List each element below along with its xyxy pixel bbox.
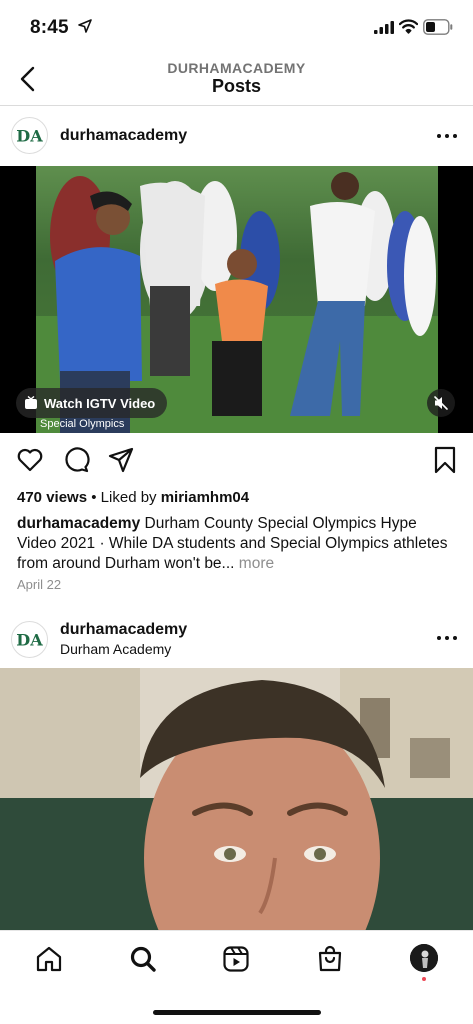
wifi-icon (399, 19, 418, 34)
reels-icon[interactable] (222, 945, 250, 973)
avatar[interactable]: DA (11, 117, 48, 154)
da-logo-icon: DA (16, 127, 43, 146)
more-options-icon[interactable] (437, 636, 457, 642)
post-caption: durhamacademy Durham County Special Olym… (17, 514, 457, 574)
post-date: April 22 (17, 577, 62, 592)
comment-icon[interactable] (62, 446, 90, 474)
more-link[interactable]: more (239, 555, 274, 572)
post-actions (0, 446, 473, 476)
caption-username[interactable]: durhamacademy (17, 515, 140, 532)
notification-dot (422, 977, 426, 981)
battery-icon (423, 19, 453, 35)
location-arrow-icon (78, 19, 92, 33)
watch-igtv-label: Watch IGTV Video (44, 395, 156, 411)
igtv-icon (25, 396, 37, 409)
post-video[interactable]: Watch IGTV Video Special Olympics (0, 166, 473, 433)
post-location[interactable]: Durham Academy (60, 641, 171, 657)
svg-text:DA: DA (16, 127, 43, 146)
da-logo-icon: DA (16, 631, 43, 650)
post-header: DA durhamacademy (0, 108, 473, 164)
shopping-bag-icon[interactable] (316, 945, 344, 973)
portrait-photo (0, 668, 473, 930)
status-time: 8:45 (30, 17, 69, 38)
home-indicator (153, 1010, 321, 1015)
post-username[interactable]: durhamacademy (60, 621, 187, 639)
more-options-icon[interactable] (437, 134, 457, 140)
mute-button[interactable] (427, 389, 455, 417)
bottom-tab-bar (0, 930, 473, 1024)
cellular-signal-icon (374, 21, 394, 34)
status-bar: 8:45 (0, 0, 473, 52)
liked-by-prefix: Liked by (100, 489, 157, 506)
account-label: DURHAMACADEMY (167, 60, 306, 76)
post-photo[interactable] (0, 668, 473, 930)
navigation-header: DURHAMACADEMY Posts (0, 52, 473, 106)
heart-icon[interactable] (16, 446, 44, 474)
liked-by-user[interactable]: miriamhm04 (161, 489, 249, 506)
views-and-likes: 470 views • Liked by miriamhm04 (17, 489, 249, 506)
watch-igtv-button[interactable]: Watch IGTV Video (16, 388, 168, 418)
search-icon[interactable] (129, 945, 157, 973)
page-title: Posts (211, 76, 262, 96)
profile-tab-avatar[interactable] (410, 944, 438, 972)
svg-text:DA: DA (16, 631, 43, 650)
speaker-muted-icon (434, 396, 448, 410)
paper-plane-icon[interactable] (107, 446, 135, 474)
avatar[interactable]: DA (11, 621, 48, 658)
video-caption-overlay: Special Olympics (40, 418, 125, 430)
post-username[interactable]: durhamacademy (60, 127, 187, 145)
post-header: DA durhamacademy Durham Academy (0, 613, 473, 669)
profile-photo (410, 944, 438, 972)
separator: • (91, 489, 97, 506)
views-count[interactable]: 470 views (17, 489, 87, 506)
home-icon[interactable] (35, 945, 63, 973)
bookmark-icon[interactable] (431, 446, 459, 474)
